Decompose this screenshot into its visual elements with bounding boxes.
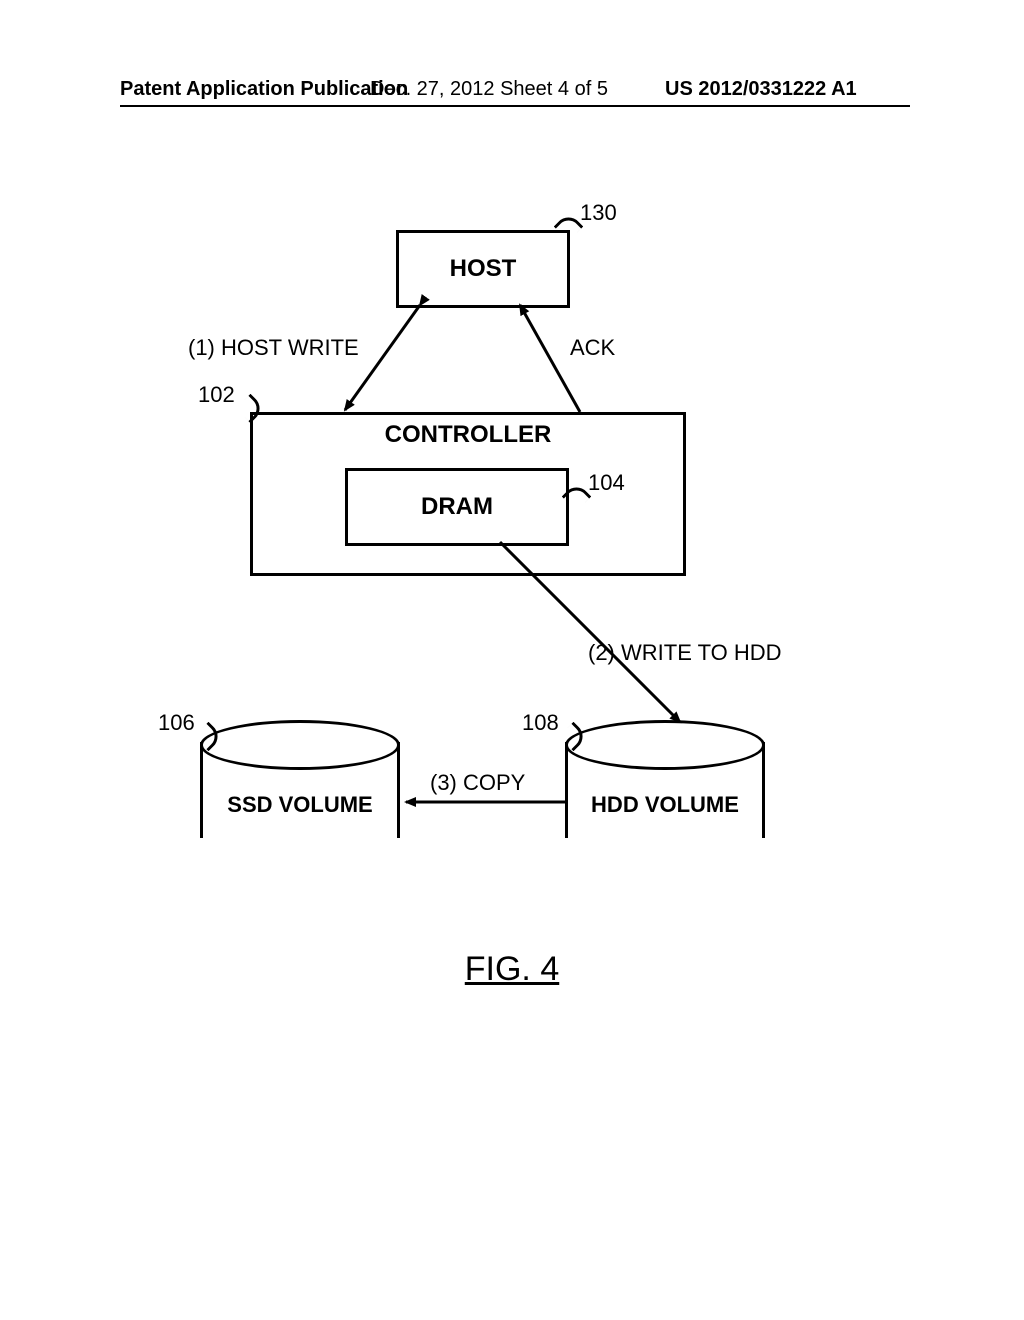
host-label: HOST [450,255,517,283]
hdd-cylinder: HDD VOLUME [565,720,765,860]
ref-hdd: 108 [522,710,559,736]
ssd-label: SSD VOLUME [200,792,400,818]
ref-ssd: 106 [158,710,195,736]
edge-host-write: (1) HOST WRITE [188,335,359,361]
arrows-svg [0,0,1024,1320]
ssd-cylinder: SSD VOLUME [200,720,400,860]
ref-host: 130 [580,200,617,226]
host-block: HOST [396,230,570,308]
page: Patent Application Publication Dec. 27, … [0,0,1024,1320]
hdd-top [565,720,765,770]
edge-write-hdd: (2) WRITE TO HDD [588,640,782,666]
figure-caption: FIG. 4 [0,950,1024,989]
diagram: HOST CONTROLLER DRAM SSD VOLUME HDD VOLU… [0,0,1024,1320]
edge-ack: ACK [570,335,615,361]
ssd-mask [203,816,397,840]
hdd-label: HDD VOLUME [565,792,765,818]
dram-label: DRAM [421,493,493,521]
hdd-mask [568,816,762,840]
ssd-top [200,720,400,770]
edge-copy: (3) COPY [430,770,525,796]
ref-controller: 102 [198,382,235,408]
dram-block: DRAM [345,468,569,546]
controller-label: CONTROLLER [385,421,552,449]
ref-dram: 104 [588,470,625,496]
